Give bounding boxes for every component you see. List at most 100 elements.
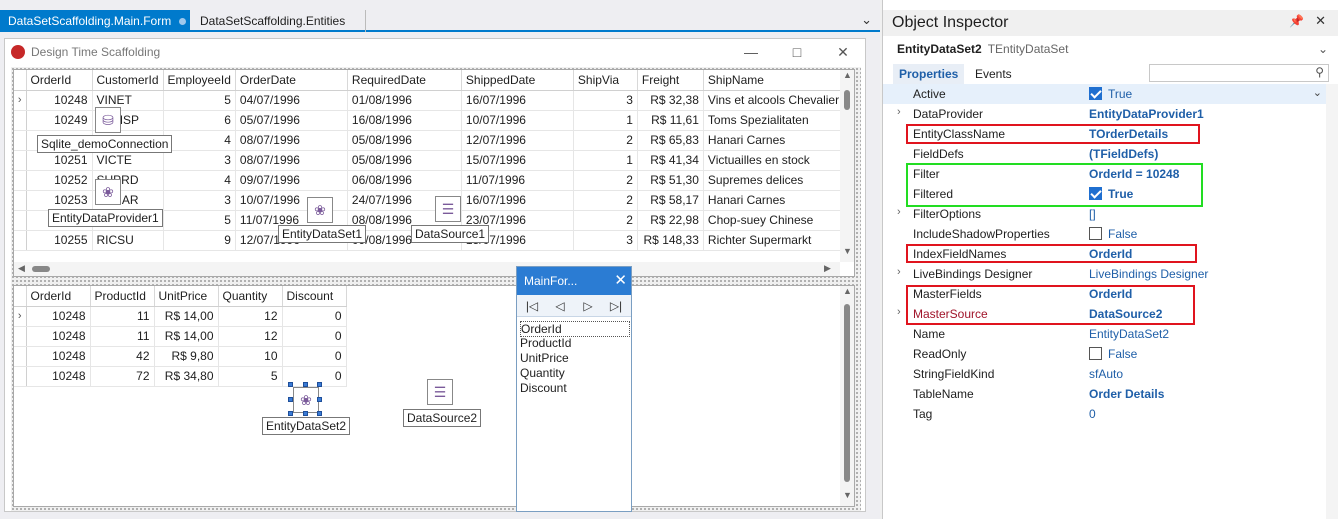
table-cell[interactable]: 2 xyxy=(573,170,638,191)
field-item[interactable]: ProductId xyxy=(520,336,571,350)
field-item[interactable]: OrderId xyxy=(520,321,630,337)
table-cell[interactable]: Vins et alcools Chevalier xyxy=(703,90,845,111)
table-row[interactable]: 10251 VICTE 3 08/07/1996 05/08/1996 15/07/199… xyxy=(14,150,845,171)
table-cell[interactable]: Richter Supermarkt xyxy=(703,230,845,251)
table-cell[interactable]: 10248 xyxy=(26,306,91,327)
datasource2-icon[interactable]: ☰ xyxy=(427,379,453,405)
property-value[interactable]: EntityDataSet2 xyxy=(1089,327,1169,341)
table-cell[interactable]: 9 xyxy=(163,230,236,251)
selection-handle[interactable] xyxy=(317,382,322,387)
table-cell[interactable]: 0 xyxy=(282,306,347,327)
property-value[interactable]: False xyxy=(1089,227,1137,241)
table-cell[interactable]: Hanari Carnes xyxy=(703,130,845,151)
database-connection-icon[interactable]: ⛁ xyxy=(95,107,121,133)
table-cell[interactable]: R$ 65,83 xyxy=(637,130,704,151)
table-cell[interactable]: 05/08/1996 xyxy=(347,130,462,151)
chevron-down-icon[interactable]: ⌄ xyxy=(1313,86,1322,99)
selection-handle[interactable] xyxy=(288,397,293,402)
scroll-up-icon[interactable]: ▲ xyxy=(843,286,852,296)
table-cell[interactable]: 5 xyxy=(163,90,236,111)
close-icon[interactable]: ✕ xyxy=(833,42,853,62)
column-header[interactable]: ShipName xyxy=(703,70,845,91)
column-header[interactable]: Discount xyxy=(282,286,347,307)
table-cell[interactable]: 11/07/1996 xyxy=(461,170,574,191)
scroll-right-icon[interactable]: ▶ xyxy=(824,263,831,274)
table-cell[interactable]: 12/07/1996 xyxy=(461,130,574,151)
table-cell[interactable]: 4 xyxy=(163,130,236,151)
table-cell[interactable]: R$ 51,30 xyxy=(637,170,704,191)
selection-handle[interactable] xyxy=(288,382,293,387)
selection-handle[interactable] xyxy=(317,411,322,416)
table-cell[interactable]: RICSU xyxy=(92,230,164,251)
tab-main-form[interactable]: DataSetScaffolding.Main.Form xyxy=(0,10,190,32)
connection-label[interactable]: Sqlite_demoConnection xyxy=(37,135,173,153)
expand-arrow-icon[interactable]: › xyxy=(897,206,901,218)
table-cell[interactable]: 1 xyxy=(573,150,638,171)
property-value[interactable]: False xyxy=(1089,347,1137,361)
property-search-input[interactable]: ⚲ xyxy=(1149,64,1329,82)
table-row[interactable]: 10252SUPRD409/07/199606/08/199611/07/199… xyxy=(14,170,845,191)
property-row[interactable]: FieldDefs (TFieldDefs) xyxy=(883,144,1326,164)
table-row[interactable]: 10248 42 R$ 9,80 10 0 xyxy=(14,346,347,367)
property-value[interactable]: LiveBindings Designer xyxy=(1089,267,1208,281)
column-header[interactable]: ShipVia xyxy=(573,70,638,91)
tab-properties[interactable]: Properties xyxy=(893,64,965,84)
property-value[interactable]: EntityDataProvider1 xyxy=(1089,107,1204,121)
master-grid[interactable]: OrderId CustomerId EmployeeId OrderDate Requ… xyxy=(13,69,855,277)
table-cell[interactable]: 72 xyxy=(90,366,155,387)
table-cell[interactable]: R$ 9,80 xyxy=(154,346,219,367)
table-cell[interactable]: 6 xyxy=(163,110,236,131)
table-cell[interactable]: R$ 14,00 xyxy=(154,326,219,347)
table-cell[interactable]: 3 xyxy=(163,190,236,211)
column-header[interactable]: ProductId xyxy=(90,286,155,307)
table-cell[interactable]: R$ 41,34 xyxy=(637,150,704,171)
column-header[interactable]: EmployeeId xyxy=(163,70,236,91)
close-icon[interactable]: ✕ xyxy=(614,267,627,295)
table-cell[interactable]: 12 xyxy=(218,306,283,327)
table-row[interactable]: 10249TOMSP605/07/199616/08/199610/07/199… xyxy=(14,110,845,131)
vertical-scrollbar[interactable]: ▲ ▼ xyxy=(840,70,854,262)
data-provider-icon[interactable]: ❀ xyxy=(95,179,121,205)
table-cell[interactable]: Hanari Carnes xyxy=(703,190,845,211)
table-cell[interactable]: 16/08/1996 xyxy=(347,110,462,131)
checkbox[interactable] xyxy=(1089,227,1102,240)
property-row[interactable]: › FilterOptions [] xyxy=(883,204,1326,224)
table-cell[interactable]: Toms Spezialitaten xyxy=(703,110,845,131)
property-value[interactable]: 0 xyxy=(1089,407,1096,421)
scroll-thumb[interactable] xyxy=(844,90,850,110)
tab-events[interactable]: Events xyxy=(969,64,1018,84)
table-cell[interactable]: 0 xyxy=(282,326,347,347)
expand-arrow-icon[interactable]: › xyxy=(897,106,901,118)
component-selector[interactable]: EntityDataSet2 TEntityDataSet ⌄ xyxy=(883,38,1338,60)
dataset2-label[interactable]: EntityDataSet2 xyxy=(262,417,351,435)
selection-handle[interactable] xyxy=(303,382,308,387)
table-cell[interactable]: 5 xyxy=(218,366,283,387)
property-value[interactable]: [] xyxy=(1089,207,1096,221)
table-cell[interactable]: R$ 32,38 xyxy=(637,90,704,111)
table-cell[interactable]: Supremes delices xyxy=(703,170,845,191)
vertical-scrollbar[interactable] xyxy=(1326,84,1338,519)
table-cell[interactable]: 2 xyxy=(573,210,638,231)
checkbox[interactable] xyxy=(1089,347,1102,360)
table-cell[interactable]: 10249 xyxy=(26,110,93,131)
table-cell[interactable]: 06/08/1996 xyxy=(347,170,462,191)
table-cell[interactable]: 15/07/1996 xyxy=(461,150,574,171)
table-cell[interactable]: 11 xyxy=(90,326,155,347)
table-cell[interactable]: 10248 xyxy=(26,366,91,387)
table-cell[interactable]: 3 xyxy=(573,230,638,251)
next-record-icon[interactable]: ▷ xyxy=(577,297,599,315)
column-header[interactable]: Quantity xyxy=(218,286,283,307)
table-cell[interactable]: 2 xyxy=(573,130,638,151)
selection-handle[interactable] xyxy=(303,411,308,416)
prior-record-icon[interactable]: ◁ xyxy=(549,297,571,315)
table-cell[interactable]: 3 xyxy=(163,150,236,171)
property-row[interactable]: Name EntityDataSet2 xyxy=(883,324,1326,344)
table-cell[interactable]: R$ 148,33 xyxy=(637,230,704,251)
table-row[interactable]: › 10248 11 R$ 14,00 12 0 xyxy=(14,306,347,327)
property-row[interactable]: ReadOnly False xyxy=(883,344,1326,364)
scroll-thumb[interactable] xyxy=(844,304,850,482)
column-header[interactable]: OrderId xyxy=(26,70,93,91)
table-cell[interactable]: 05/08/1996 xyxy=(347,150,462,171)
datasource1-label[interactable]: DataSource1 xyxy=(411,225,490,243)
dataset1-label[interactable]: EntityDataSet1 xyxy=(278,225,367,243)
